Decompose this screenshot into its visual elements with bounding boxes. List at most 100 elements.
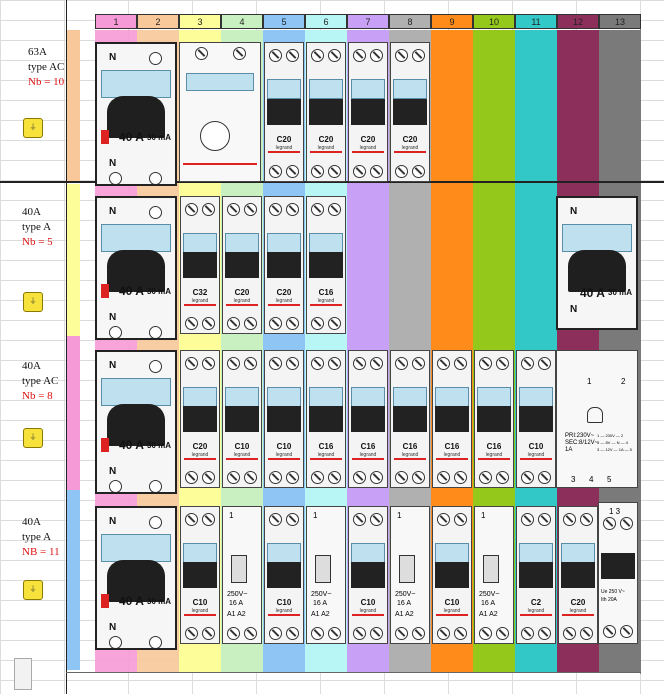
screw-row [267,49,301,63]
screw-row [309,627,343,641]
contactor-switch[interactable]: 1 250V~ 16 A A1 A2 [474,506,514,644]
circuit-breaker[interactable]: C16 legrand [432,350,472,488]
row4-count: NB = 11 [22,546,60,558]
breaker-rating: C20 [234,288,250,298]
red-indicator [394,458,426,461]
rcd-n-label: N [109,622,117,633]
breaker-rating: C16 [486,442,502,452]
rcd-n-label: N [109,516,117,527]
rcd-switch[interactable]: N 40 A 30 mA N [95,506,177,650]
red-indicator [352,458,384,461]
breaker-rating: C10 [528,442,544,452]
breaker-rating: C16 [318,288,334,298]
breaker-window [477,386,511,407]
screw-icon [437,627,450,640]
circuit-breaker[interactable]: C20 legrand [264,196,304,334]
circuit-breaker[interactable]: C10 legrand [516,350,556,488]
screw-icon [149,172,162,184]
ground-tag-icon[interactable]: ⏚ [23,428,43,448]
circuit-breaker[interactable]: C10 legrand [180,506,220,644]
rcd-switch[interactable]: N 40 A 30 mA N [95,350,177,494]
ground-tag-icon[interactable]: ⏚ [23,292,43,312]
red-indicator [268,304,300,307]
screw-row [182,47,258,61]
screw-row [435,627,469,641]
differential-block[interactable] [179,42,261,182]
circuit-breaker[interactable]: C10 legrand [222,350,262,488]
terminal-label: A1 A2 [227,611,246,618]
breaker-rating: C10 [192,598,208,608]
breaker-rating: C16 [444,442,460,452]
breaker-window [183,232,217,253]
screw-icon [202,471,215,484]
terminal-label: 3 [571,475,576,484]
circuit-breaker[interactable]: C20 legrand [558,506,598,644]
screw-icon [353,513,366,526]
breaker-window [183,542,217,563]
screw-icon [149,326,162,338]
circuit-breaker[interactable]: C10 legrand [264,506,304,644]
ground-tag-icon[interactable]: ⏚ [23,118,43,138]
switch-current: 16 A [481,600,496,607]
circuit-breaker[interactable]: C16 legrand [306,196,346,334]
screw-row [393,471,427,485]
terminal-label: A1 A2 [311,611,330,618]
switch-toggle-icon [231,555,247,583]
rcd-switch[interactable]: N 40 A 30 mA N [95,42,177,186]
circuit-breaker[interactable]: C32 legrand [180,196,220,334]
switch-toggle-icon [315,555,331,583]
circuit-breaker[interactable]: C10 legrand [264,350,304,488]
screw-icon [538,357,551,370]
screw-icon [370,627,383,640]
screw-icon [244,357,257,370]
screw-icon [328,317,341,330]
screw-row [477,357,511,371]
rcd-switch[interactable]: N 40 A 30 mA N [556,196,638,330]
circuit-breaker[interactable]: C20 legrand [180,350,220,488]
circuit-breaker[interactable]: C20 legrand [348,42,388,182]
ground-tag-icon[interactable]: ⏚ [23,580,43,600]
screw-row [309,203,343,217]
screw-icon [328,203,341,216]
circuit-breaker[interactable]: C20 legrand [264,42,304,182]
screw-icon [412,165,425,178]
circuit-breaker[interactable]: C10 legrand [348,506,388,644]
circuit-breaker[interactable]: C10 legrand [432,506,472,644]
contactor-switch[interactable]: 1 250V~ 16 A A1 A2 [222,506,262,644]
circuit-breaker[interactable]: C16 legrand [390,350,430,488]
screw-icon [395,165,408,178]
circuit-breaker[interactable]: C2 legrand [516,506,556,644]
rcd-window [101,378,171,406]
breaker-handle [267,99,301,125]
dial-knob-icon[interactable] [200,121,230,151]
red-indicator [394,151,426,154]
circuit-breaker[interactable]: C16 legrand [348,350,388,488]
column-header-4: 4 [221,14,263,29]
contactor-switch[interactable]: 1 250V~ 16 A A1 A2 [306,506,346,644]
screw-icon [286,165,299,178]
circuit-breaker[interactable]: C20 legrand [390,42,430,182]
breaker-rating: C20 [276,288,292,298]
breaker-handle [183,562,217,589]
screw-row [267,513,301,527]
screw-row [309,165,343,179]
bell-transformer[interactable]: 1 2 PRI:230V~ SEC:8/12V~ 1A 1 — 230V — 2 3 — 8… [556,350,638,488]
circuit-breaker[interactable]: C16 legrand [474,350,514,488]
switch-rating: 250V~ [311,591,332,598]
screw-icon [232,47,246,60]
column-header-8: 8 [389,14,431,29]
row1-type: type AC [28,61,65,73]
left-strip-row3 [67,336,80,490]
circuit-breaker[interactable]: C20 legrand [306,42,346,182]
circuit-breaker[interactable]: C20 legrand [222,196,262,334]
screw-icon [437,471,450,484]
screw-row [183,513,217,527]
isolator-switch[interactable]: 1 3 Ue 250 V~ Ith 20A [598,502,638,644]
rcd-switch[interactable]: N 40 A 30 mA N [95,196,177,340]
contactor-switch[interactable]: 1 250V~ 16 A A1 A2 [390,506,430,644]
screw-icon [454,513,467,526]
circuit-breaker[interactable]: C16 legrand [306,350,346,488]
breaker-handle [393,406,427,433]
row3-count: Nb = 8 [22,390,53,402]
screw-icon [109,636,122,648]
